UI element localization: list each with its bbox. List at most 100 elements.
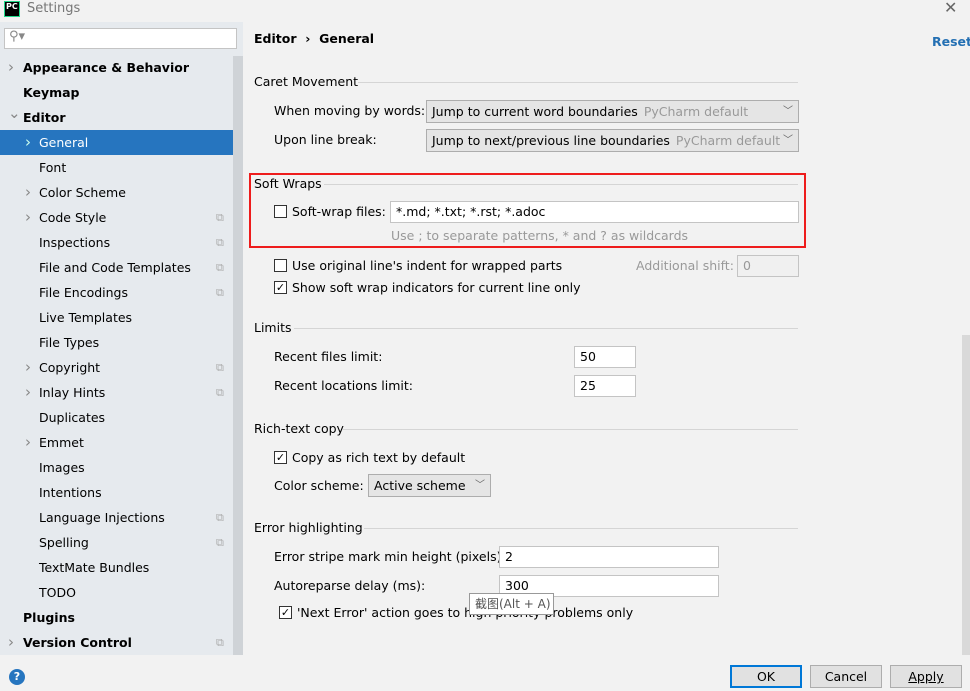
wrap-indicators-checkbox[interactable]: ✓ xyxy=(274,281,287,294)
sidebar-item-emmet[interactable]: › Emmet xyxy=(0,430,233,455)
sidebar-item-file-encodings[interactable]: File Encodings ⧉ xyxy=(0,280,233,305)
divider xyxy=(364,528,798,529)
project-settings-icon: ⧉ xyxy=(216,286,224,299)
chevron-down-icon: ﹀ xyxy=(783,106,793,117)
recent-locations-label: Recent locations limit: xyxy=(274,378,413,393)
sidebar-item-label: Intentions xyxy=(39,485,102,500)
ok-button[interactable]: OK xyxy=(730,665,802,688)
project-settings-icon: ⧉ xyxy=(216,236,224,249)
sidebar-item-editor[interactable]: ⌄ Editor xyxy=(0,104,233,130)
color-scheme-combo[interactable]: Active scheme ﹀ xyxy=(368,474,491,497)
sidebar-item-label: TextMate Bundles xyxy=(39,560,150,575)
chevron-right-icon[interactable]: › xyxy=(25,430,31,455)
sidebar-item-label: Duplicates xyxy=(39,410,106,425)
sidebar-scrollbar[interactable] xyxy=(233,56,243,655)
sidebar-item-label: Plugins xyxy=(23,610,75,625)
sidebar-item-general[interactable]: › General xyxy=(0,130,233,155)
soft-wrap-hint: Use ; to separate patterns, * and ? as w… xyxy=(391,228,689,243)
breadcrumb-general: General xyxy=(319,31,375,46)
sidebar-item-label: Emmet xyxy=(39,435,84,450)
sidebar-item-appearance-behavior[interactable]: › Appearance & Behavior xyxy=(0,55,233,80)
sidebar-item-version-control[interactable]: › Version Control ⧉ xyxy=(0,630,233,655)
soft-wrap-files-input[interactable]: *.md; *.txt; *.rst; *.adoc xyxy=(390,201,799,223)
section-title: Rich-text copy xyxy=(254,421,344,436)
chevron-right-icon[interactable]: › xyxy=(25,130,31,155)
sidebar-item-duplicates[interactable]: Duplicates xyxy=(0,405,233,430)
sidebar-item-plugins[interactable]: Plugins xyxy=(0,605,233,630)
soft-wrap-files-checkbox[interactable] xyxy=(274,205,287,218)
sidebar-item-language-injections[interactable]: Language Injections ⧉ xyxy=(0,505,233,530)
original-indent-label: Use original line's indent for wrapped p… xyxy=(292,258,563,273)
original-indent-checkbox[interactable] xyxy=(274,259,287,272)
cancel-button[interactable]: Cancel xyxy=(810,665,882,688)
chevron-right-icon[interactable]: › xyxy=(25,380,31,405)
chevron-right-icon[interactable]: › xyxy=(25,205,31,230)
additional-shift-input[interactable]: 0 xyxy=(737,255,799,277)
sidebar-item-todo[interactable]: TODO xyxy=(0,580,233,605)
section-soft-wraps: Soft Wraps xyxy=(254,176,798,191)
apply-button[interactable]: Apply xyxy=(890,665,962,688)
rich-text-label: Copy as rich text by default xyxy=(292,450,466,465)
project-settings-icon: ⧉ xyxy=(216,361,224,374)
sidebar-item-inspections[interactable]: Inspections ⧉ xyxy=(0,230,233,255)
combo-hint: PyCharm default xyxy=(643,104,749,119)
sidebar-item-spelling[interactable]: Spelling ⧉ xyxy=(0,530,233,555)
close-icon[interactable]: ✕ xyxy=(944,0,957,17)
words-label: When moving by words: xyxy=(274,103,426,118)
chevron-down-icon: ﹀ xyxy=(475,480,485,491)
sidebar-item-label: TODO xyxy=(39,585,76,600)
sidebar-item-copyright[interactable]: › Copyright ⧉ xyxy=(0,355,233,380)
sidebar-item-label: General xyxy=(39,135,89,150)
sidebar-item-intentions[interactable]: Intentions xyxy=(0,480,233,505)
chevron-right-icon[interactable]: › xyxy=(25,355,31,380)
rich-text-checkbox[interactable]: ✓ xyxy=(274,451,287,464)
search-input[interactable]: ⚲▾ xyxy=(4,28,237,49)
chevron-right-icon[interactable]: › xyxy=(8,55,14,80)
chevron-down-icon[interactable]: ⌄ xyxy=(8,101,21,126)
sidebar-item-label: Editor xyxy=(23,110,66,125)
sidebar-item-color-scheme[interactable]: › Color Scheme xyxy=(0,180,233,205)
recent-locations-input[interactable]: 25 xyxy=(574,375,636,397)
chevron-down-icon: ﹀ xyxy=(783,135,793,146)
main-scrollbar[interactable] xyxy=(962,335,970,655)
sidebar-item-font[interactable]: Font xyxy=(0,155,233,180)
chevron-right-icon[interactable]: › xyxy=(8,630,14,655)
help-icon[interactable]: ? xyxy=(9,669,25,685)
search-icon: ⚲▾ xyxy=(9,29,26,44)
section-title: Soft Wraps xyxy=(254,176,322,191)
section-title: Error highlighting xyxy=(254,520,363,535)
sidebar-item-label: File Types xyxy=(39,335,100,350)
window-title: Settings xyxy=(27,1,81,16)
additional-shift-label: Additional shift: xyxy=(636,258,734,273)
divider xyxy=(342,429,798,430)
sidebar-item-keymap[interactable]: Keymap xyxy=(0,80,233,105)
sidebar-item-file-and-code-templates[interactable]: File and Code Templates ⧉ xyxy=(0,255,233,280)
stripe-height-input[interactable]: 2 xyxy=(499,546,719,568)
breadcrumb-editor[interactable]: Editor xyxy=(254,31,297,46)
breadcrumb: Editor › General xyxy=(254,31,374,46)
sidebar-item-label: Inlay Hints xyxy=(39,385,106,400)
reset-link[interactable]: Reset xyxy=(932,34,970,49)
sidebar-item-code-style[interactable]: › Code Style ⧉ xyxy=(0,205,233,230)
sidebar-item-label: Spelling xyxy=(39,535,89,550)
recent-files-input[interactable]: 50 xyxy=(574,346,636,368)
combo-value: Jump to current word boundaries xyxy=(432,104,638,119)
pycharm-logo-icon: PC xyxy=(4,1,20,17)
sidebar-item-textmate-bundles[interactable]: TextMate Bundles xyxy=(0,555,233,580)
words-combo[interactable]: Jump to current word boundaries PyCharm d… xyxy=(426,100,799,123)
sidebar-item-live-templates[interactable]: Live Templates xyxy=(0,305,233,330)
sidebar-item-images[interactable]: Images xyxy=(0,455,233,480)
sidebar-item-label: Appearance & Behavior xyxy=(23,60,189,75)
sidebar-item-file-types[interactable]: File Types xyxy=(0,330,233,355)
next-error-checkbox[interactable]: ✓ xyxy=(279,606,292,619)
soft-wrap-files-label: Soft-wrap files: xyxy=(292,204,386,219)
project-settings-icon: ⧉ xyxy=(216,261,224,274)
linebreak-combo[interactable]: Jump to next/previous line boundaries PyC… xyxy=(426,129,799,152)
sidebar-item-label: File Encodings xyxy=(39,285,129,300)
section-title: Caret Movement xyxy=(254,74,359,89)
project-settings-icon: ⧉ xyxy=(216,636,224,649)
sidebar-item-label: Color Scheme xyxy=(39,185,126,200)
sidebar-item-label: Font xyxy=(39,160,67,175)
chevron-right-icon[interactable]: › xyxy=(25,180,31,205)
sidebar-item-inlay-hints[interactable]: › Inlay Hints ⧉ xyxy=(0,380,233,405)
